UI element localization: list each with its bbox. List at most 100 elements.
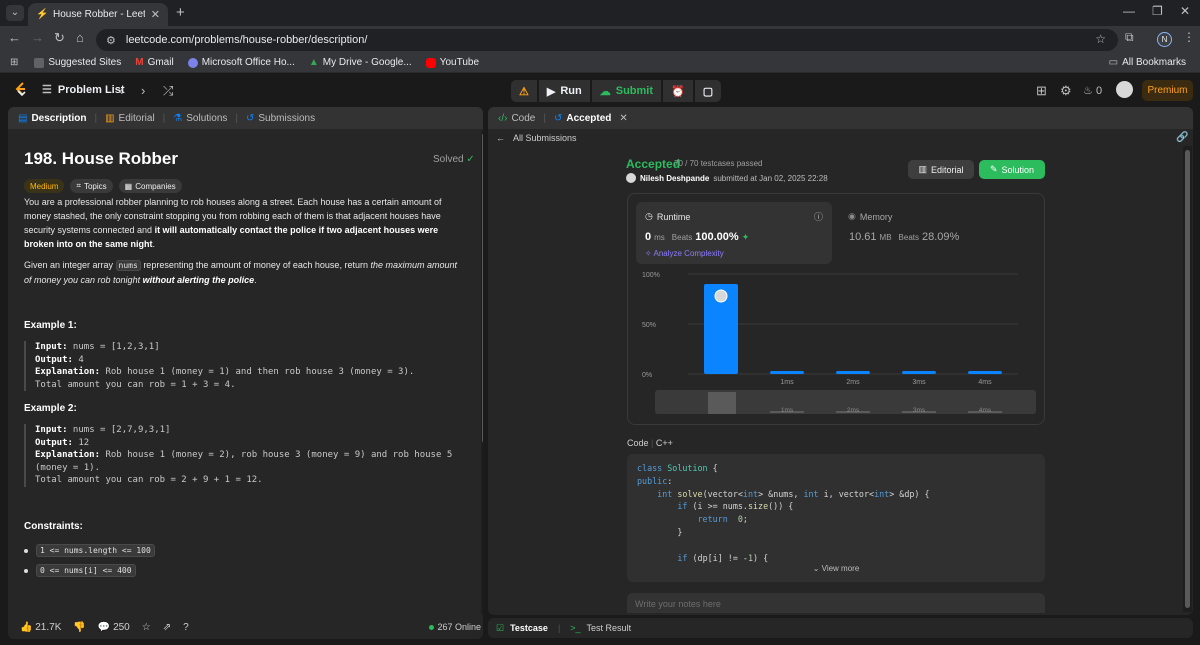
tab-code[interactable]: Code (511, 113, 535, 124)
next-problem-icon[interactable]: › (141, 83, 145, 98)
companies-tag[interactable]: ▦ Companies (118, 179, 182, 193)
all-bookmarks-label: All Bookmarks (1122, 57, 1186, 68)
submitted-code[interactable]: class Solution { public: int solve(vecto… (627, 454, 1045, 582)
bookmark-gmail[interactable]: M Gmail (135, 57, 173, 68)
scroll-thumb[interactable] (482, 133, 483, 443)
solution-label: Solution (1001, 164, 1035, 175)
code-label: Code (627, 438, 649, 448)
tab-accepted[interactable]: Accepted (566, 113, 611, 124)
layout-icon[interactable]: ⊞ (1036, 83, 1047, 99)
tab-search-icon[interactable]: ⌄ (6, 5, 24, 21)
bookmark-suggested-sites[interactable]: Suggested Sites (34, 57, 121, 68)
new-tab-icon[interactable]: + (176, 4, 185, 21)
tab-solutions[interactable]: Solutions (186, 113, 227, 124)
submit-button[interactable]: ☁ Submit (591, 80, 662, 102)
ex2-output: 12 (72, 437, 90, 448)
view-more-button[interactable]: ⌄ View more (627, 563, 1045, 576)
browser-menu-icon[interactable]: ⋮ (1183, 30, 1195, 44)
runtime-card[interactable]: ◷ Runtime ⓘ 0 ms Beats 100.00% ✦ ✧ Analyz… (636, 202, 832, 264)
streak-value: 0 (1095, 85, 1103, 97)
terminal-icon: >_ (570, 623, 581, 633)
notes-icon[interactable]: ▢ (694, 80, 722, 102)
youtube-icon (425, 57, 436, 68)
editorial-button[interactable]: ▥ Editorial (908, 160, 974, 179)
run-label: Run (560, 85, 582, 97)
close-window-icon[interactable]: ✕ (1180, 4, 1190, 18)
share-icon[interactable]: ⇗ (163, 622, 171, 633)
shuffle-icon[interactable]: ⤮ (163, 83, 173, 99)
clock-icon: ◷ (645, 211, 653, 221)
help-icon[interactable]: ? (183, 622, 189, 633)
chart-bar (968, 371, 1002, 374)
info-icon[interactable]: ⓘ (814, 210, 823, 223)
tab-submissions[interactable]: Submissions (258, 113, 315, 124)
reload-icon[interactable]: ↻ (54, 30, 65, 46)
editorial-label: Editorial (931, 164, 964, 175)
comments-button[interactable]: 💬 250 (98, 622, 130, 633)
site-info-icon[interactable]: ⚙ (106, 34, 116, 47)
thumbs-up-icon: 👍 (20, 621, 33, 633)
star-icon[interactable]: ☆ (142, 622, 151, 633)
user-avatar[interactable] (1116, 81, 1133, 98)
difficulty-badge[interactable]: Medium (24, 179, 65, 193)
back-icon[interactable]: ← (8, 30, 21, 45)
link-icon[interactable]: 🔗 (1176, 132, 1188, 143)
leetcode-logo-icon[interactable] (14, 82, 28, 98)
bookmark-star-icon[interactable]: ☆ (1095, 32, 1106, 46)
like-button[interactable]: 👍 21.7K (20, 622, 61, 633)
home-icon[interactable]: ⌂ (76, 30, 84, 45)
bookmark-office[interactable]: Microsoft Office Ho... (187, 57, 295, 68)
run-button[interactable]: ▶ Run (538, 80, 590, 102)
runtime-distribution-chart[interactable]: 0% 50% 100% 1ms 2ms 3ms 4ms 1ms 2ms 3ms 4ms (628, 266, 1044, 426)
browser-toolbar: ← → ↻ ⌂ ⚙ leetcode.com/problems/house-ro… (0, 26, 1200, 53)
scroll-thumb[interactable] (1185, 150, 1190, 608)
submitted-time: submitted at Jan 02, 2025 22:28 (713, 173, 828, 183)
browser-tab[interactable]: ⚡ House Robber - LeetCode ✕ (28, 3, 168, 26)
upload-cloud-icon: ☁ (599, 85, 611, 98)
code-brackets-icon: ‹/› (498, 112, 508, 124)
memory-heading[interactable]: ◉ Memory (848, 211, 892, 222)
close-tab-icon[interactable]: ✕ (619, 113, 627, 124)
dislike-icon[interactable]: 👎 (73, 622, 85, 633)
performance-box: ◷ Runtime ⓘ 0 ms Beats 100.00% ✦ ✧ Analyz… (627, 193, 1045, 425)
username[interactable]: Nilesh Deshpande (640, 174, 709, 183)
maximize-icon[interactable]: ❐ (1152, 4, 1163, 18)
submissions-history-icon: ↺ (246, 112, 255, 124)
address-bar[interactable]: ⚙ leetcode.com/problems/house-robber/des… (96, 29, 1118, 51)
settings-gear-icon[interactable]: ⚙ (1060, 83, 1072, 99)
prev-problem-icon[interactable]: ‹ (119, 83, 123, 98)
ex1-output: 4 (72, 354, 84, 365)
topics-label: Topics (83, 181, 107, 191)
tab-testcase[interactable]: Testcase (510, 623, 548, 633)
forward-icon[interactable]: → (31, 30, 44, 45)
memory-value: 10.61 (849, 231, 877, 243)
minimize-icon[interactable]: — (1123, 4, 1135, 18)
profile-avatar[interactable]: N (1157, 32, 1172, 47)
premium-button[interactable]: Premium (1142, 80, 1193, 101)
folder-icon: ▭ (1108, 57, 1119, 68)
tab-test-result[interactable]: Test Result (587, 623, 632, 633)
close-tab-icon[interactable]: ✕ (151, 8, 160, 21)
streak-counter[interactable]: ♨ 0 (1083, 84, 1102, 97)
tab-editorial[interactable]: Editorial (119, 113, 155, 124)
play-icon: ▶ (546, 85, 556, 98)
all-bookmarks[interactable]: ▭ All Bookmarks (1109, 57, 1186, 68)
bookmark-youtube[interactable]: YouTube (425, 57, 479, 68)
problem-list-button[interactable]: ☰ Problem List (42, 83, 125, 97)
bookmark-drive[interactable]: ▲ My Drive - Google... (309, 57, 412, 68)
notes-input[interactable]: Write your notes here (627, 593, 1045, 613)
analyze-complexity-link[interactable]: ✧ Analyze Complexity (645, 249, 724, 258)
example-2-block: Input: nums = [2,7,9,3,1] Output: 12 Exp… (24, 424, 464, 487)
debug-icon[interactable]: ⚠ (511, 80, 537, 102)
extensions-icon[interactable]: ⧉ (1125, 30, 1134, 45)
all-submissions-link[interactable]: ← All Submissions (496, 133, 577, 143)
submission-scrollbar[interactable] (1183, 146, 1192, 612)
overview-bar (708, 392, 736, 414)
apps-grid-icon[interactable]: ⊞ (10, 57, 18, 68)
timer-icon[interactable]: ⏰ (663, 80, 693, 102)
accepted-history-icon: ↺ (553, 112, 563, 124)
topics-tag[interactable]: ⌗ Topics (70, 179, 113, 193)
tab-description[interactable]: Description (31, 113, 86, 124)
description-scrollbar[interactable] (481, 131, 483, 619)
solution-button[interactable]: ✎ Solution (979, 160, 1045, 179)
